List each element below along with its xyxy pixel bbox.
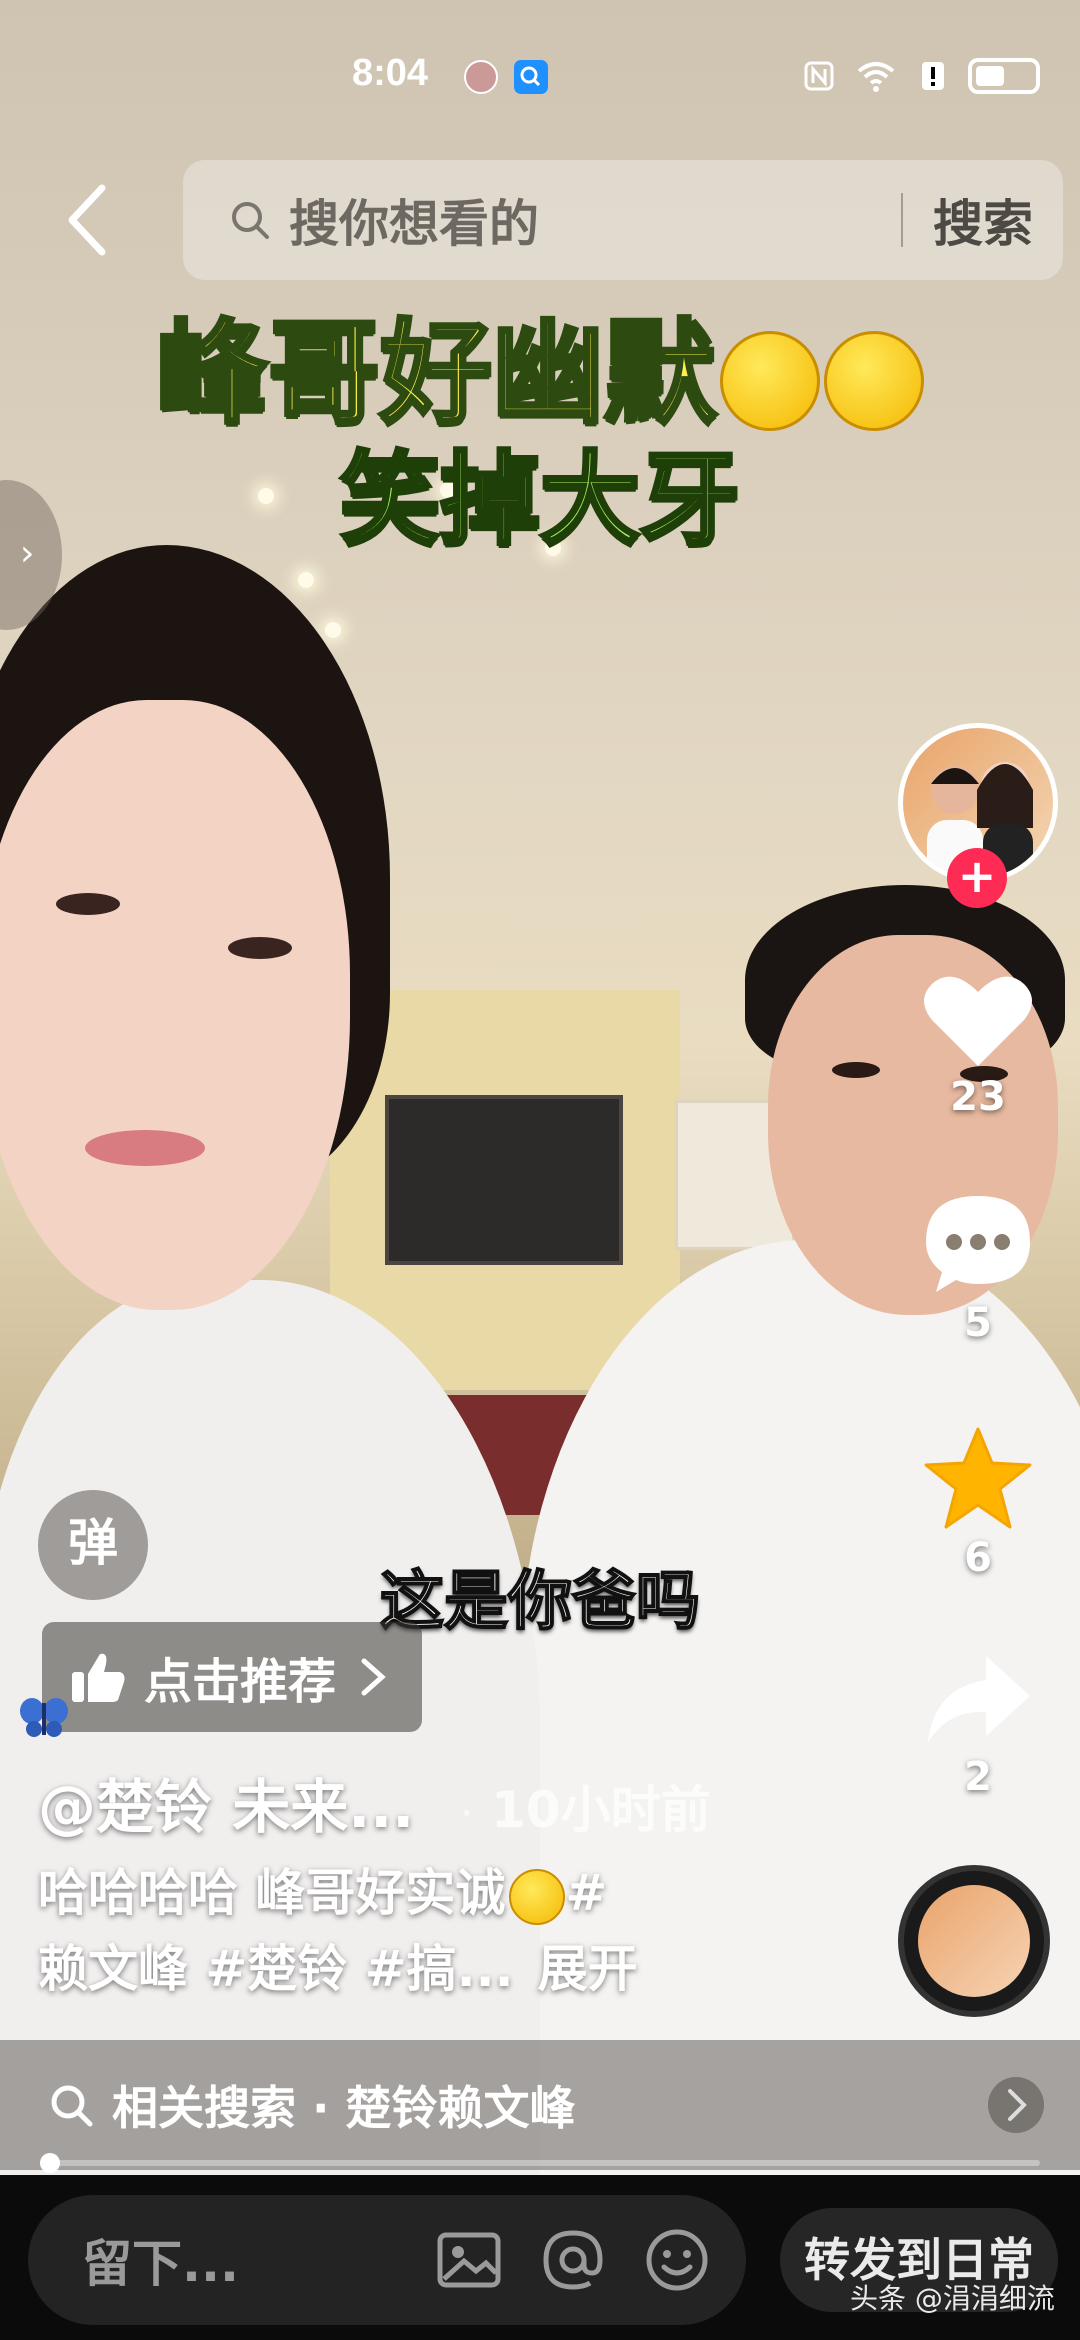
rofl-emoji-icon bbox=[509, 1868, 566, 1925]
comment-button[interactable]: 5 bbox=[920, 1192, 1036, 1346]
like-count: 23 bbox=[950, 1074, 1006, 1120]
related-search-bar[interactable]: 相关搜索 · 楚铃赖文峰 bbox=[0, 2040, 1080, 2170]
back-arrow-icon bbox=[68, 184, 106, 256]
rofl-emoji-icon bbox=[824, 331, 924, 432]
expand-link[interactable]: 展开 bbox=[538, 1940, 638, 1998]
music-cover bbox=[918, 1885, 1030, 1997]
status-bar: 8:04 bbox=[0, 0, 1080, 150]
person-left-eye bbox=[56, 893, 120, 915]
search-app-notification-icon bbox=[514, 60, 548, 94]
status-time: 8:04 bbox=[352, 52, 429, 94]
image-icon[interactable] bbox=[434, 2225, 504, 2295]
description-text: 哈哈哈哈 峰哥好实诚 bbox=[38, 1864, 506, 1922]
person-left-face bbox=[0, 700, 350, 1310]
back-button[interactable] bbox=[56, 180, 116, 260]
video-progress-handle[interactable] bbox=[40, 2153, 60, 2173]
search-icon bbox=[229, 199, 271, 241]
notification-avatar-icon bbox=[464, 60, 498, 94]
share-count: 2 bbox=[964, 1754, 992, 1800]
post-meta: @楚铃 未来... · 10小时前 bbox=[38, 1760, 711, 1844]
video-overlay-subtitle: 笑掉大牙 bbox=[338, 439, 742, 560]
post-time: 10小时前 bbox=[491, 1781, 711, 1839]
follow-button[interactable]: + bbox=[947, 848, 1007, 908]
person-left-lips bbox=[85, 1130, 205, 1166]
search-bar[interactable]: 搜你想看的 搜索 bbox=[183, 160, 1063, 280]
comment-bubble-icon bbox=[926, 1196, 1030, 1292]
ceiling-light bbox=[298, 572, 314, 588]
star-icon bbox=[924, 1427, 1032, 1529]
chevron-right-icon bbox=[361, 1658, 386, 1696]
share-button[interactable]: 2 bbox=[920, 1650, 1036, 1800]
comment-count: 5 bbox=[964, 1300, 992, 1346]
comment-placeholder: 留下... bbox=[82, 2235, 239, 2293]
person-left-eye bbox=[228, 937, 292, 959]
battery-icon bbox=[968, 58, 1040, 94]
music-disc[interactable] bbox=[898, 1865, 1050, 2017]
butterfly-icon bbox=[20, 1698, 68, 1737]
recommend-button[interactable]: 点击推荐 bbox=[42, 1622, 422, 1732]
heart-icon bbox=[924, 976, 1032, 1066]
related-search-label: 相关搜索 · 楚铃赖文峰 bbox=[112, 2081, 576, 2135]
share-arrow-icon bbox=[928, 1656, 1030, 1742]
emoji-icon[interactable] bbox=[642, 2225, 712, 2295]
search-input[interactable]: 搜你想看的 bbox=[289, 184, 901, 256]
chevron-right-icon bbox=[988, 2077, 1044, 2133]
like-button[interactable]: 23 bbox=[920, 970, 1036, 1120]
person-right-eye bbox=[832, 1062, 880, 1078]
author-name[interactable]: @楚铃 未来... bbox=[38, 1760, 414, 1844]
comment-input[interactable]: 留下... bbox=[28, 2195, 746, 2325]
search-button[interactable]: 搜索 bbox=[903, 184, 1063, 256]
mention-icon[interactable] bbox=[538, 2225, 608, 2295]
description-hashtags[interactable]: 赖文峰 #楚铃 #搞... bbox=[38, 1940, 514, 1998]
wifi-icon bbox=[857, 62, 895, 92]
chevron-right-icon: › bbox=[20, 533, 35, 574]
watermark: 头条 @涓涓细流 bbox=[850, 2282, 1055, 2315]
background-tv bbox=[385, 1095, 623, 1265]
hashtag-start: # bbox=[565, 1864, 608, 1922]
rofl-emoji-icon bbox=[720, 331, 820, 432]
thumbs-up-icon bbox=[72, 1653, 125, 1702]
ceiling-light bbox=[325, 622, 341, 638]
recommend-label: 点击推荐 bbox=[144, 1654, 337, 1710]
post-description[interactable]: 哈哈哈哈 峰哥好实诚 # 赖文峰 #楚铃 #搞... 展开 bbox=[38, 1855, 678, 2007]
meta-separator: · bbox=[460, 1791, 474, 1837]
search-icon bbox=[51, 2085, 93, 2127]
video-progress-bar[interactable] bbox=[40, 2153, 1040, 2173]
nfc-icon bbox=[804, 61, 834, 91]
alert-icon bbox=[922, 62, 944, 90]
